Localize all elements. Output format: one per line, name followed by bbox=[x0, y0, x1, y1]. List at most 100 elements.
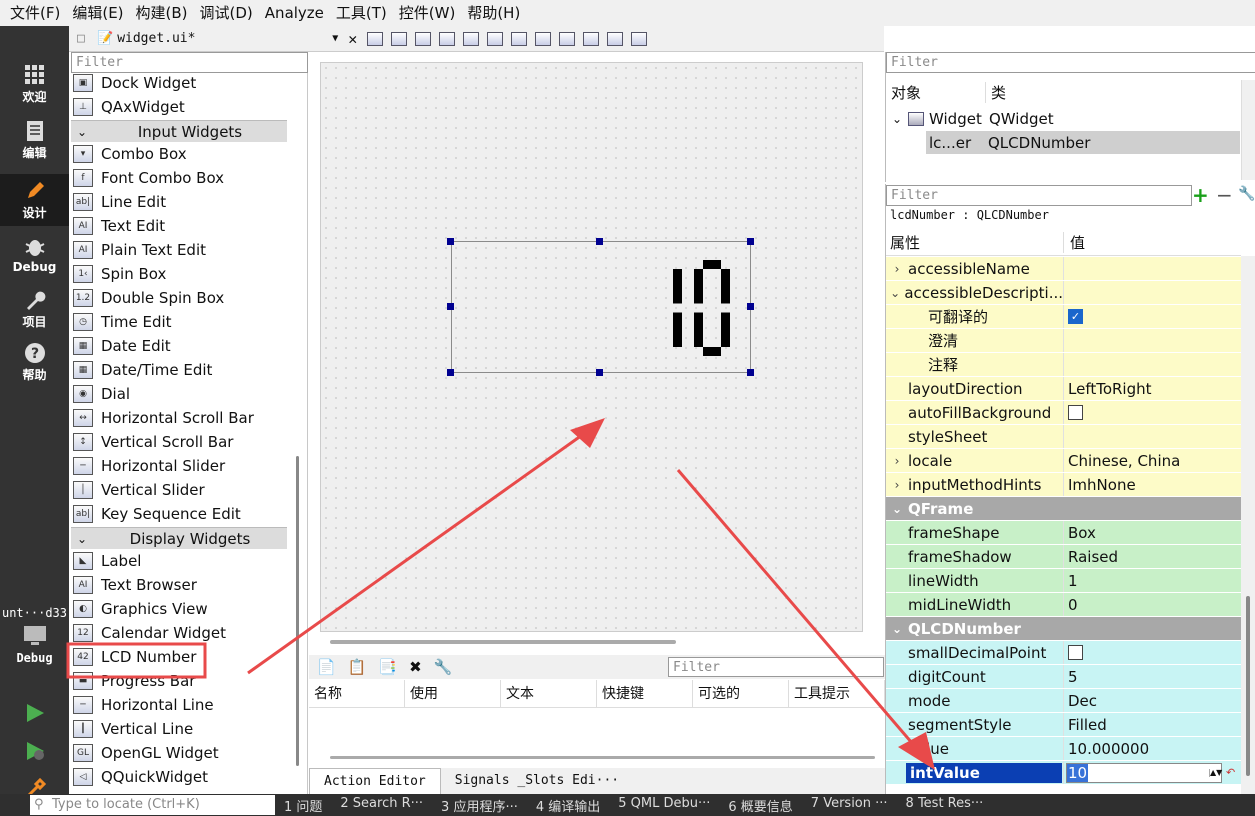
widget-item-progress-bar[interactable]: ▬ Progress Bar bbox=[73, 669, 195, 693]
property-row[interactable]: midLineWidth 0 bbox=[886, 593, 1241, 617]
property-row[interactable]: › accessibleName bbox=[886, 257, 1241, 281]
remove-property-icon[interactable]: − bbox=[1216, 184, 1233, 206]
widget-item-combo-box[interactable]: ▾ Combo Box bbox=[73, 142, 187, 166]
resize-handle[interactable] bbox=[747, 303, 754, 310]
intvalue-spinbox[interactable]: 10 ▲▼ bbox=[1066, 762, 1222, 783]
resize-handle[interactable] bbox=[596, 238, 603, 245]
property-row[interactable]: autoFillBackground bbox=[886, 401, 1241, 425]
property-value-cell[interactable]: 5 bbox=[1064, 665, 1241, 688]
property-value-cell[interactable]: Filled bbox=[1064, 713, 1241, 736]
mode-grid[interactable]: 欢迎 bbox=[0, 58, 69, 110]
resize-handle[interactable] bbox=[747, 369, 754, 376]
menu-item[interactable]: 控件(W) bbox=[393, 0, 462, 26]
property-value-cell[interactable] bbox=[1064, 329, 1241, 352]
run-button[interactable] bbox=[24, 702, 46, 728]
property-row[interactable]: ⌄ accessibleDescripti... bbox=[886, 281, 1241, 305]
property-value-cell[interactable]: ✓ bbox=[1064, 305, 1241, 328]
property-row[interactable]: mode Dec bbox=[886, 689, 1241, 713]
edit-widgets-icon[interactable] bbox=[367, 31, 384, 46]
property-value-cell[interactable]: 10 ▲▼ ↶ bbox=[1064, 761, 1241, 784]
output-pane-button[interactable]: 1 问题 bbox=[275, 796, 331, 815]
property-row[interactable]: value 10.000000 bbox=[886, 737, 1241, 761]
kit-selector[interactable]: unt···d33 Debug bbox=[0, 606, 69, 665]
property-scrollbar[interactable] bbox=[1241, 256, 1255, 794]
action-editor-filter[interactable]: Filter bbox=[668, 657, 884, 677]
object-inspector-scrollbar[interactable] bbox=[1241, 80, 1255, 180]
widget-item-lcd-number[interactable]: 42 LCD Number bbox=[73, 645, 196, 669]
layout-vertical-icon[interactable] bbox=[487, 31, 504, 46]
mode-bug[interactable]: Debug bbox=[0, 229, 69, 281]
menu-item[interactable]: 编辑(E) bbox=[66, 0, 129, 26]
widget-item-qquickwidget[interactable]: ◁ QQuickWidget bbox=[73, 765, 208, 789]
property-value-cell[interactable]: Chinese, China bbox=[1064, 449, 1241, 472]
layout-horizontal-splitter-icon[interactable] bbox=[511, 31, 528, 46]
widget-item-graphics-view[interactable]: ◐ Graphics View bbox=[73, 597, 208, 621]
edit-buddies-icon[interactable] bbox=[415, 31, 432, 46]
property-section[interactable]: ⌄ QLCDNumber bbox=[886, 617, 1241, 641]
property-row[interactable]: segmentStyle Filled bbox=[886, 713, 1241, 737]
property-value-cell[interactable] bbox=[1064, 401, 1241, 424]
output-pane-button[interactable]: 5 QML Debu··· bbox=[609, 796, 719, 815]
property-row[interactable]: 澄清 bbox=[886, 329, 1241, 353]
column-header[interactable]: 使用 bbox=[405, 680, 501, 707]
checkbox[interactable] bbox=[1068, 405, 1083, 420]
property-value-cell[interactable]: Raised bbox=[1064, 545, 1241, 568]
mode-document[interactable]: 编辑 bbox=[0, 114, 69, 166]
resize-handle[interactable] bbox=[447, 238, 454, 245]
widget-item-horizontal-slider[interactable]: ─ Horizontal Slider bbox=[73, 454, 225, 478]
close-document-icon[interactable]: ✕ bbox=[348, 30, 357, 48]
checkbox[interactable] bbox=[1068, 645, 1083, 660]
property-value-cell[interactable] bbox=[1064, 257, 1241, 280]
output-pane-button[interactable]: 4 编译输出 bbox=[527, 796, 609, 815]
edit-signals-slots-icon[interactable] bbox=[391, 31, 408, 46]
paste-action-icon[interactable]: 📑 bbox=[378, 658, 397, 676]
tree-row-widget[interactable]: ⌄ Widget QWidget bbox=[886, 107, 1241, 131]
output-pane-button[interactable]: 3 应用程序··· bbox=[432, 796, 527, 815]
object-inspector-filter[interactable]: Filter bbox=[886, 52, 1255, 73]
column-header[interactable]: 快捷键 bbox=[597, 680, 693, 707]
property-value-cell[interactable]: 10.000000 bbox=[1064, 737, 1241, 760]
property-row[interactable]: lineWidth 1 bbox=[886, 569, 1241, 593]
widget-item-vertical-line[interactable]: ┃ Vertical Line bbox=[73, 717, 193, 741]
menu-item[interactable]: 调试(D) bbox=[194, 0, 259, 26]
property-row[interactable]: › inputMethodHints ImhNone bbox=[886, 473, 1241, 497]
output-pane-button[interactable]: 8 Test Res··· bbox=[897, 796, 993, 815]
property-row[interactable]: frameShadow Raised bbox=[886, 545, 1241, 569]
column-header[interactable]: 工具提示 bbox=[789, 680, 885, 707]
column-header[interactable]: 名称 bbox=[309, 680, 405, 707]
widget-item-time-edit[interactable]: ◷ Time Edit bbox=[73, 310, 172, 334]
form-horizontal-scrollbar[interactable] bbox=[330, 640, 676, 644]
column-header[interactable]: 文本 bbox=[501, 680, 597, 707]
layout-horizontal-icon[interactable] bbox=[463, 31, 480, 46]
spin-arrows-icon[interactable]: ▲▼ bbox=[1209, 768, 1222, 777]
menu-item[interactable]: 工具(T) bbox=[330, 0, 393, 26]
mode-help[interactable]: ? 帮助 bbox=[0, 336, 69, 388]
mode-wrench[interactable]: 项目 bbox=[0, 283, 69, 335]
widget-item-font-combo-box[interactable]: f Font Combo Box bbox=[73, 166, 224, 190]
property-value-cell[interactable] bbox=[1064, 281, 1241, 304]
layout-form-icon[interactable] bbox=[583, 31, 600, 46]
widget-item-key-sequence-edit[interactable]: ab| Key Sequence Edit bbox=[73, 502, 241, 526]
reset-property-icon[interactable]: ↶ bbox=[1226, 766, 1235, 779]
break-layout-icon[interactable] bbox=[607, 31, 624, 46]
property-row[interactable]: 注释 bbox=[886, 353, 1241, 377]
menu-item[interactable]: 构建(B) bbox=[130, 0, 194, 26]
property-value-cell[interactable] bbox=[1064, 353, 1241, 376]
document-filename[interactable]: widget.ui* bbox=[117, 31, 332, 46]
locator-input[interactable]: ⚲ Type to locate (Ctrl+K) bbox=[30, 795, 275, 815]
tree-row-lcdnumber[interactable]: lc...er QLCDNumber bbox=[926, 131, 1240, 154]
mode-pencil[interactable]: 设计 bbox=[0, 174, 69, 226]
property-row[interactable]: intValue 10 ▲▼ ↶ bbox=[886, 761, 1241, 785]
property-row[interactable]: layoutDirection LeftToRight bbox=[886, 377, 1241, 401]
widget-item-text-edit[interactable]: AI Text Edit bbox=[73, 214, 165, 238]
copy-action-icon[interactable]: 📋 bbox=[348, 658, 367, 676]
delete-action-icon[interactable]: ✖ bbox=[409, 658, 422, 676]
resize-handle[interactable] bbox=[747, 238, 754, 245]
widget-item-horizontal-line[interactable]: ─ Horizontal Line bbox=[73, 693, 214, 717]
resize-handle[interactable] bbox=[447, 303, 454, 310]
property-row[interactable]: styleSheet bbox=[886, 425, 1241, 449]
widget-item-calendar-widget[interactable]: 12 Calendar Widget bbox=[73, 621, 226, 645]
output-pane-button[interactable]: 6 概要信息 bbox=[719, 796, 801, 815]
debug-run-button[interactable] bbox=[24, 740, 46, 766]
property-value-cell[interactable]: Dec bbox=[1064, 689, 1241, 712]
